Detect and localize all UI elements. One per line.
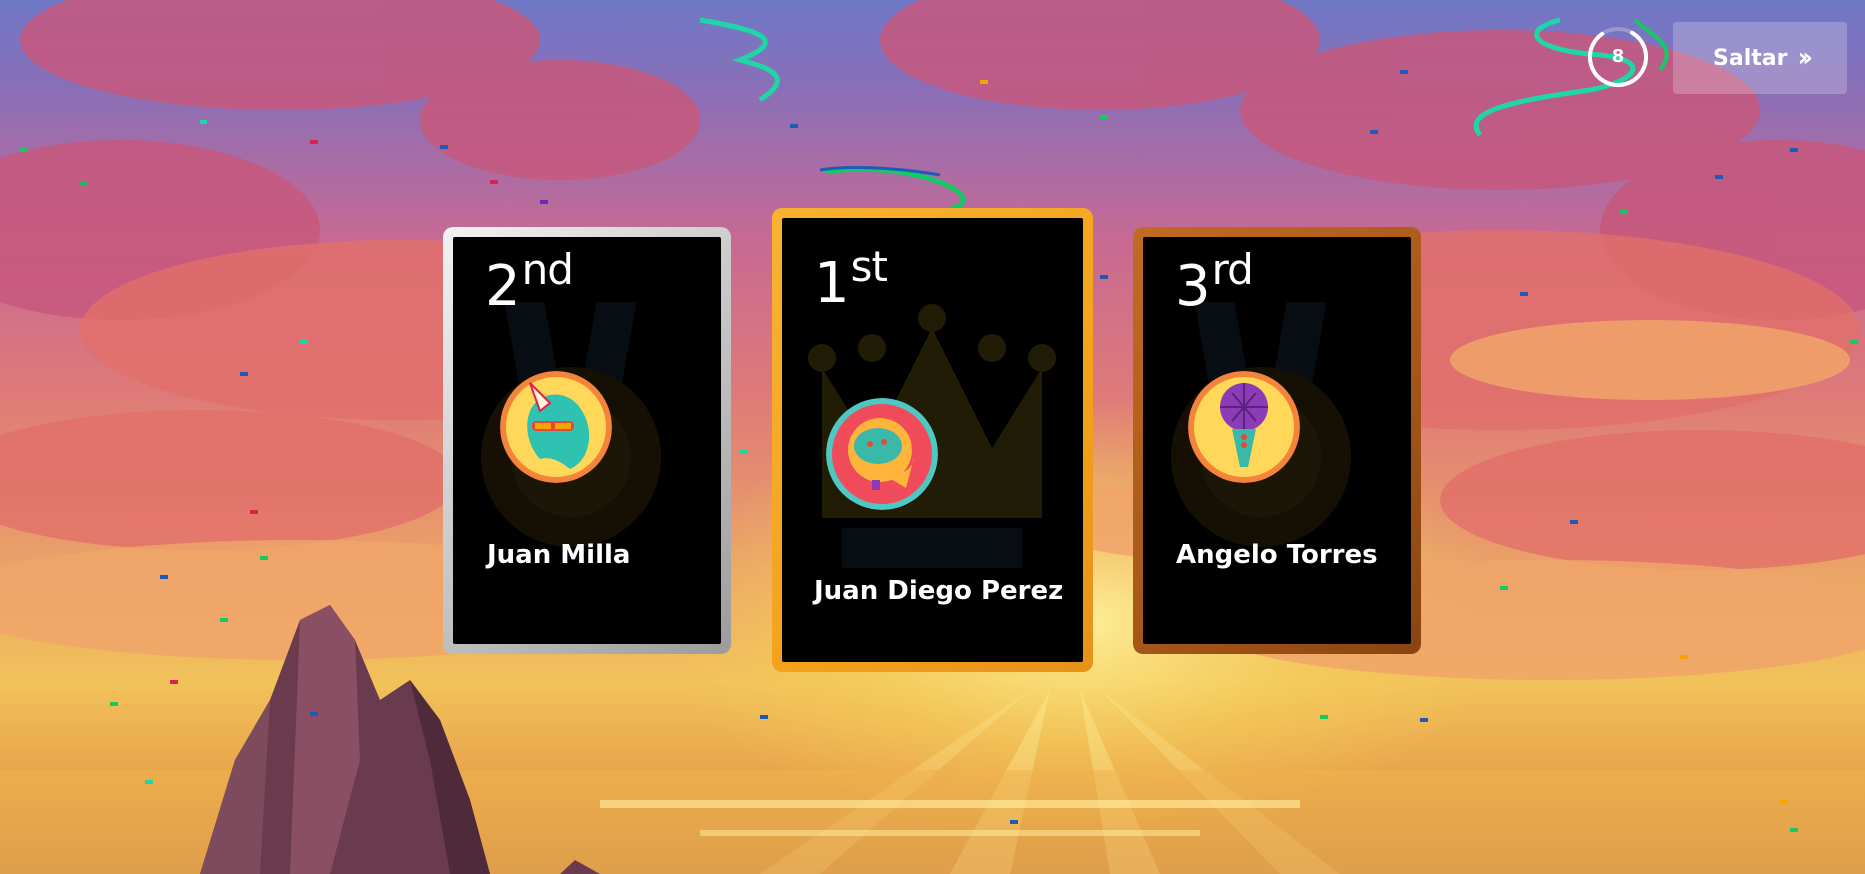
podium-screen: 2nd Juan Milla 1st Juan Diego Perez 3rd … bbox=[0, 0, 1865, 874]
card-inner: 2nd Juan Milla bbox=[453, 237, 721, 644]
rank-label: 3rd bbox=[1175, 249, 1254, 315]
rank-number: 3 bbox=[1175, 254, 1211, 319]
podium-card-third: 3rd Angelo Torres bbox=[1133, 227, 1421, 654]
podium-card-first: 1st Juan Diego Perez bbox=[772, 208, 1093, 672]
skip-button-label: Saltar bbox=[1713, 45, 1788, 71]
rank-suffix: st bbox=[850, 242, 888, 291]
rank-label: 1st bbox=[814, 246, 888, 312]
astronaut-icon bbox=[826, 398, 938, 510]
skip-button[interactable]: Saltar ›› bbox=[1673, 22, 1847, 94]
rank-label: 2nd bbox=[485, 249, 574, 315]
player-name: Angelo Torres bbox=[1176, 540, 1378, 570]
countdown-timer: 8 bbox=[1585, 24, 1651, 90]
card-inner: 3rd Angelo Torres bbox=[1143, 237, 1411, 644]
rank-number: 2 bbox=[485, 254, 521, 319]
countdown-value: 8 bbox=[1611, 46, 1625, 67]
card-inner: 1st Juan Diego Perez bbox=[782, 218, 1083, 662]
rank-suffix: nd bbox=[521, 245, 574, 294]
rank-number: 1 bbox=[814, 251, 850, 316]
rank-suffix: rd bbox=[1211, 245, 1254, 294]
player-name: Juan Diego Perez bbox=[814, 576, 1064, 606]
unicorn-icon bbox=[500, 371, 612, 483]
microphone-icon bbox=[1188, 371, 1300, 483]
player-name: Juan Milla bbox=[487, 540, 631, 570]
double-chevron-right-icon: ›› bbox=[1797, 43, 1814, 73]
podium-card-second: 2nd Juan Milla bbox=[443, 227, 731, 654]
